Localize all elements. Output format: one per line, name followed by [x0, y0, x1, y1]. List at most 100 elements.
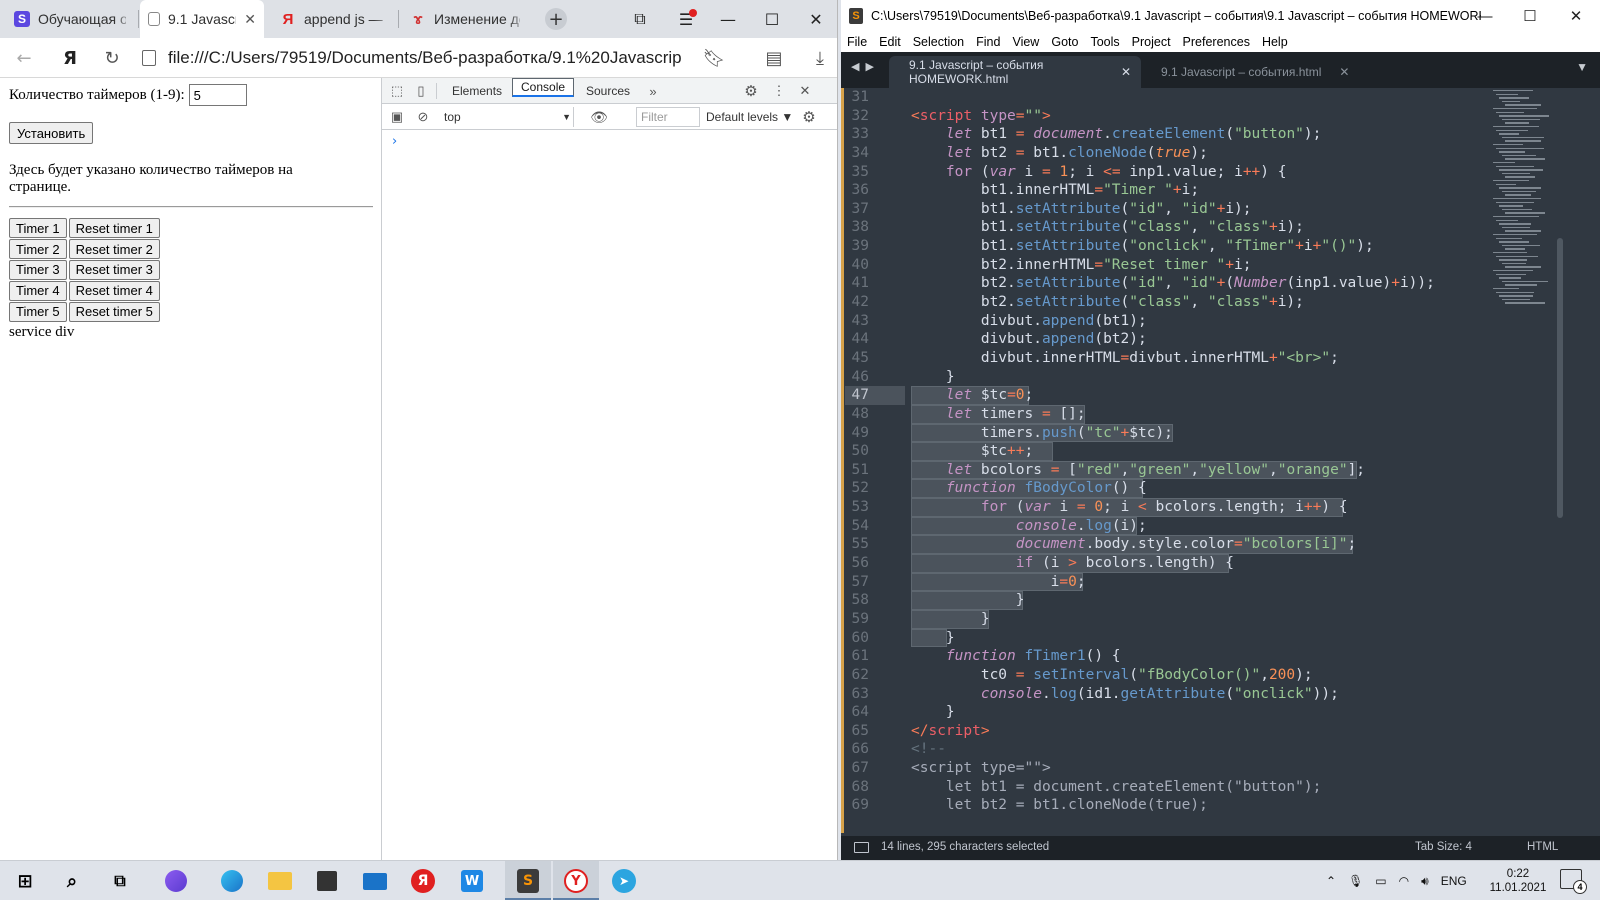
- bookmark-icon[interactable]: 🔖︎: [700, 44, 728, 72]
- reset-timer-button[interactable]: Reset timer 4: [68, 280, 160, 301]
- battery-icon[interactable]: ▭: [1375, 874, 1386, 888]
- minimap[interactable]: [1485, 88, 1565, 318]
- browser-tab-2[interactable]: 9.1 Javascrip ✕: [140, 0, 264, 38]
- tab-size-indicator[interactable]: Tab Size: 4: [1415, 841, 1472, 853]
- close-window-icon[interactable]: ✕: [794, 0, 837, 38]
- close-devtools-icon[interactable]: ✕: [796, 82, 814, 100]
- reset-timer-button[interactable]: Reset timer 1: [68, 218, 160, 239]
- timer-button[interactable]: Timer 5: [9, 301, 67, 322]
- reload-icon[interactable]: ↻: [98, 44, 126, 72]
- menu-view[interactable]: View: [1012, 35, 1039, 49]
- code-editor[interactable]: 31 32 <script type=""> 33 let bt1 = documen…: [841, 88, 1600, 836]
- clear-console-icon[interactable]: ⊘: [414, 108, 432, 126]
- device-toolbar-icon[interactable]: ▯: [412, 82, 430, 100]
- download-icon[interactable]: ⤓: [806, 44, 834, 72]
- timer-count-input[interactable]: [188, 84, 247, 106]
- tab-elements[interactable]: Elements: [444, 78, 510, 104]
- timer-button[interactable]: Timer 4: [9, 280, 67, 301]
- reader-mode-icon[interactable]: ▤: [760, 44, 788, 72]
- edge-browser-icon[interactable]: [217, 867, 247, 895]
- reset-timer-button[interactable]: Reset timer 2: [68, 239, 160, 260]
- inspect-element-icon[interactable]: ⬚: [388, 82, 406, 100]
- timer-button[interactable]: Timer 3: [9, 259, 67, 280]
- close-window-icon[interactable]: ✕: [1553, 0, 1599, 32]
- context-selector[interactable]: top ▼: [442, 107, 574, 127]
- menu-edit[interactable]: Edit: [879, 35, 901, 49]
- line-text: bt1.setAttribute("onclick", "fTimer"+i+"…: [911, 238, 1374, 255]
- menu-goto[interactable]: Goto: [1051, 35, 1078, 49]
- telegram-icon[interactable]: ➤: [609, 867, 639, 895]
- new-tab-icon[interactable]: +: [545, 8, 567, 30]
- store-icon[interactable]: [312, 867, 342, 895]
- console-prompt-icon[interactable]: ›: [392, 134, 397, 149]
- line-number: 34: [851, 144, 869, 161]
- start-windows-icon[interactable]: ⊞: [10, 867, 40, 895]
- browser-tab-1[interactable]: S Обучающая о: [6, 0, 134, 38]
- reset-timer-button[interactable]: Reset timer 5: [68, 301, 160, 322]
- more-tabs-icon[interactable]: »: [644, 82, 662, 100]
- menu-find[interactable]: Find: [976, 35, 1000, 49]
- sublime-text-icon[interactable]: S: [513, 867, 543, 895]
- menu-icon[interactable]: ☰: [664, 0, 708, 38]
- alice-assistant-icon[interactable]: [161, 867, 191, 895]
- maximize-icon[interactable]: ☐: [1507, 0, 1553, 32]
- line-number: 60: [851, 629, 869, 646]
- language-indicator[interactable]: ENG: [1441, 874, 1467, 888]
- show-hidden-icons-icon[interactable]: ⌃: [1326, 874, 1336, 888]
- tab-console[interactable]: Console: [512, 78, 575, 97]
- syntax-indicator[interactable]: HTML: [1527, 841, 1558, 853]
- microphone-icon[interactable]: 🎙︎: [1348, 874, 1363, 888]
- file-explorer-icon[interactable]: [265, 867, 295, 895]
- menu-file[interactable]: File: [847, 35, 867, 49]
- timer-button[interactable]: Timer 2: [9, 239, 67, 260]
- close-tab-icon[interactable]: ✕: [1121, 65, 1131, 79]
- volume-icon[interactable]: 🔊︎: [1421, 874, 1429, 889]
- console-filter-input[interactable]: Filter: [636, 107, 700, 127]
- minimize-icon[interactable]: —: [706, 0, 750, 38]
- menu-selection[interactable]: Selection: [913, 35, 964, 49]
- sublime-logo-icon: S: [849, 8, 863, 24]
- eye-icon[interactable]: 👁︎: [590, 108, 608, 126]
- menu-preferences[interactable]: Preferences: [1183, 35, 1250, 49]
- timer-button[interactable]: Timer 1: [9, 218, 67, 239]
- editor-tab-events[interactable]: 9.1 Javascript – события.html ✕: [1141, 56, 1365, 88]
- writer-app-icon[interactable]: W: [457, 867, 487, 895]
- search-icon[interactable]: ⌕: [57, 867, 87, 895]
- line-number: 59: [851, 610, 869, 627]
- site-icon: ɤ: [413, 10, 423, 28]
- mail-icon[interactable]: [360, 867, 390, 895]
- editor-tab-homework[interactable]: 9.1 Javascript – события HOMEWORK.html ✕: [889, 56, 1141, 88]
- vertical-scrollbar[interactable]: [1557, 238, 1563, 518]
- yandex-browser-icon[interactable]: Y: [561, 867, 591, 895]
- console-settings-icon[interactable]: ⚙: [800, 108, 818, 126]
- settings-gear-icon[interactable]: ⚙: [742, 82, 760, 100]
- maximize-icon[interactable]: ☐: [750, 0, 794, 38]
- yandex-icon[interactable]: Я: [408, 867, 438, 895]
- reset-timer-button[interactable]: Reset timer 3: [68, 259, 160, 280]
- tab-sources[interactable]: Sources: [578, 78, 638, 104]
- collections-icon[interactable]: ⧉: [618, 0, 662, 38]
- notifications-icon[interactable]: 4: [1560, 869, 1587, 894]
- menu-help[interactable]: Help: [1262, 35, 1288, 49]
- tab-list-dropdown-icon[interactable]: ▼: [1576, 60, 1588, 74]
- set-button[interactable]: Установить: [9, 122, 94, 144]
- browser-tab-3[interactable]: Я append js — Я: [272, 0, 394, 38]
- address-field[interactable]: file:///C:/Users/79519/Documents/Веб-раз…: [142, 43, 682, 73]
- menu-tools[interactable]: Tools: [1090, 35, 1119, 49]
- sidebar-toggle-icon[interactable]: ▣: [388, 108, 406, 126]
- tab-nav-arrows-icon[interactable]: ◀▶: [851, 60, 880, 73]
- close-tab-icon[interactable]: ✕: [244, 11, 256, 28]
- clock[interactable]: 0:22 11.01.2021: [1488, 867, 1548, 895]
- line-number: 40: [851, 256, 869, 273]
- back-icon[interactable]: ←: [10, 44, 38, 72]
- task-view-icon[interactable]: ⧉: [105, 867, 135, 895]
- close-tab-icon[interactable]: ✕: [1339, 65, 1349, 79]
- panel-toggle-icon[interactable]: [854, 842, 869, 853]
- browser-tab-4[interactable]: ɤ Изменение до: [402, 0, 528, 38]
- wifi-icon[interactable]: ◠: [1399, 874, 1409, 888]
- yandex-home-icon[interactable]: Я: [56, 44, 84, 72]
- kebab-menu-icon[interactable]: ⋮: [770, 82, 788, 100]
- menu-project[interactable]: Project: [1132, 35, 1171, 49]
- log-levels-dropdown[interactable]: Default levels ▼: [706, 107, 793, 127]
- minimize-icon[interactable]: —: [1462, 0, 1508, 32]
